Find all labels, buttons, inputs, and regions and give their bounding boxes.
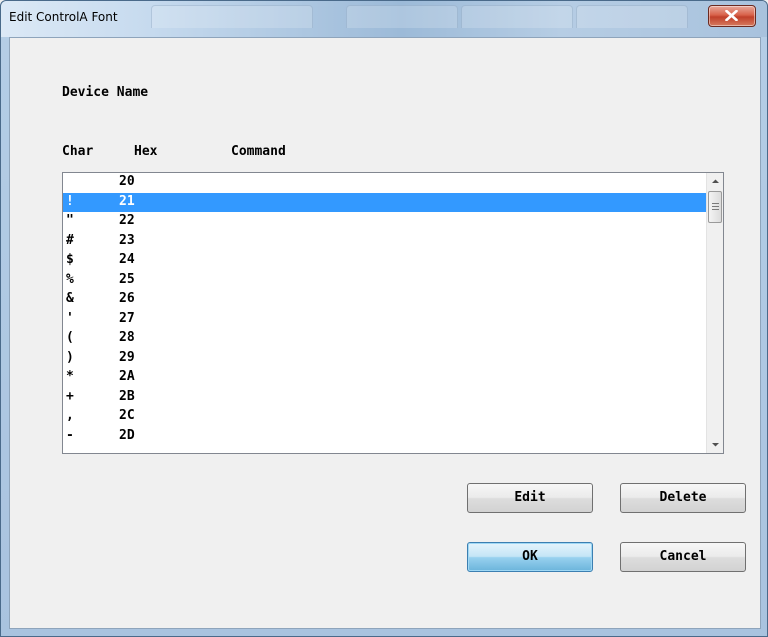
list-item[interactable]: #23 <box>63 232 706 252</box>
list-item-char: # <box>66 232 74 248</box>
list-item[interactable]: $24 <box>63 251 706 271</box>
list-item-hex: 23 <box>119 232 135 248</box>
list-item-hex: 27 <box>119 310 135 326</box>
device-name-label: Device Name <box>62 85 149 100</box>
dialog-window: Edit ControlA Font Device Name Char Hex … <box>0 0 768 637</box>
list-item-char: , <box>66 408 74 423</box>
list-item[interactable]: % 25 <box>63 271 706 291</box>
list-item-hex: 22 <box>119 213 135 228</box>
list-item-char: - <box>66 427 74 443</box>
scroll-up-button[interactable] <box>707 173 723 190</box>
background-tab <box>151 5 313 28</box>
list-item[interactable]: " 22 <box>63 212 706 232</box>
ok-button[interactable]: OK <box>467 542 593 572</box>
list-item-hex: 2C <box>119 408 135 423</box>
list-item-hex: 24 <box>119 252 135 267</box>
list-item-char: ' <box>66 310 74 326</box>
column-header-char: Char <box>62 144 94 159</box>
list-item-char: % <box>66 271 74 287</box>
list-item-hex: 20 <box>119 174 135 189</box>
list-item-hex: 2A <box>119 369 135 384</box>
background-tab <box>346 5 458 28</box>
list-item[interactable]: 20 <box>63 173 706 193</box>
list-item[interactable]: * 2A <box>63 368 706 388</box>
list-item-char: & <box>66 291 74 306</box>
list-item[interactable]: ) 29 <box>63 349 706 369</box>
list-item-hex: 21 <box>119 193 135 209</box>
dialog-client-area: Device Name Char Hex Command 20! 21 " 22 #23… <box>9 37 761 629</box>
list-item[interactable]: (28 <box>63 329 706 349</box>
list-item[interactable]: - 2D <box>63 427 706 447</box>
chevron-down-icon <box>712 443 719 447</box>
cancel-button[interactable]: Cancel <box>620 542 746 572</box>
window-title: Edit ControlA Font <box>9 10 118 24</box>
scroll-thumb[interactable] <box>708 191 722 223</box>
list-item-hex: 2D <box>119 427 135 443</box>
list-item[interactable]: & 26 <box>63 290 706 310</box>
close-button[interactable] <box>708 5 756 27</box>
list-item[interactable]: ' 27 <box>63 310 706 330</box>
list-item[interactable]: , 2C <box>63 407 706 427</box>
edit-button[interactable]: Edit <box>467 483 593 513</box>
delete-button[interactable]: Delete <box>620 483 746 513</box>
vertical-scrollbar[interactable] <box>706 173 723 453</box>
column-header-hex: Hex <box>134 144 158 159</box>
list-item-char: * <box>66 369 74 384</box>
title-bar[interactable]: Edit ControlA Font <box>1 1 767 37</box>
grip-icon <box>712 203 719 210</box>
close-icon <box>725 10 738 21</box>
list-item-char: $ <box>66 252 74 267</box>
scroll-down-button[interactable] <box>707 436 723 453</box>
background-tab <box>461 5 573 28</box>
list-item-hex: 29 <box>119 349 135 365</box>
list-item-hex: 26 <box>119 291 135 306</box>
background-tab <box>576 5 688 28</box>
list-item-char: ) <box>66 349 74 365</box>
list-item-char: " <box>66 213 74 228</box>
character-list[interactable]: 20! 21 " 22 #23 $24% 25 & 26 ' 27(28) 29 * 2A +2B, 2C -2… <box>62 172 724 454</box>
list-item-char: ! <box>66 193 74 209</box>
list-item-char: ( <box>66 330 74 345</box>
list-item[interactable]: ! 21 <box>63 192 706 212</box>
list-item-hex: 28 <box>119 330 135 345</box>
list-item-hex: 2B <box>119 388 135 404</box>
column-header-command: Command <box>231 144 286 159</box>
chevron-up-icon <box>712 179 719 183</box>
list-item-hex: 25 <box>119 271 135 287</box>
list-item-char: + <box>66 388 74 404</box>
list-item[interactable]: +2B <box>63 388 706 408</box>
